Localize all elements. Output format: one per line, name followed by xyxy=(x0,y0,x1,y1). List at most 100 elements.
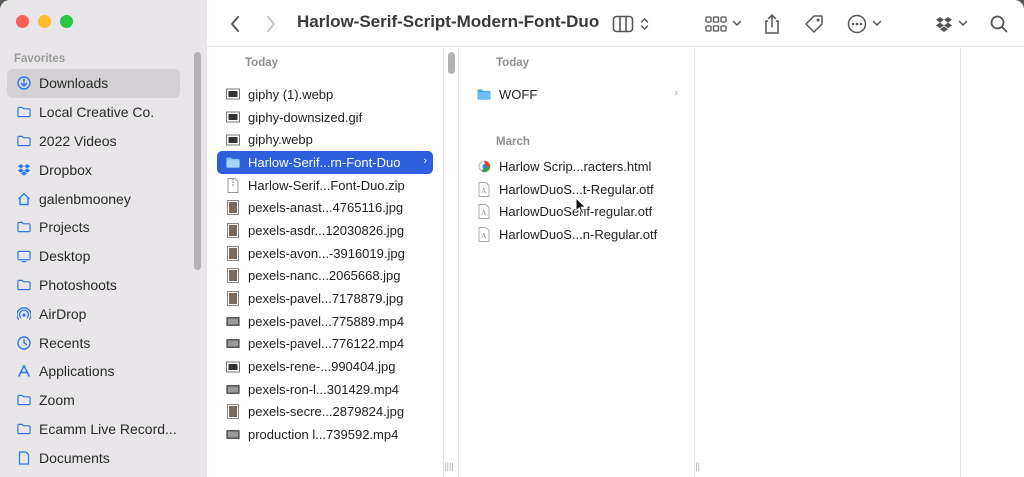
group-button[interactable] xyxy=(705,0,742,47)
file-row[interactable]: Harlow Scrip...racters.html xyxy=(468,155,684,178)
sidebar-item-label: Zoom xyxy=(39,392,75,409)
sidebar-item-zoom[interactable]: Zoom xyxy=(7,386,180,415)
view-mode-button[interactable] xyxy=(612,0,649,47)
file-name: pexels-asdr...12030826.jpg xyxy=(248,222,405,238)
file-name: Harlow-Serif...Font-Duo.zip xyxy=(248,177,405,193)
file-row[interactable]: giphy.webp xyxy=(217,128,433,151)
file-row[interactable]: pexels-pavel...7178879.jpg xyxy=(217,287,433,310)
folder-icon xyxy=(17,422,31,436)
folder-icon xyxy=(477,86,491,102)
folder-row[interactable]: Harlow-Serif...rn-Font-Duo › xyxy=(217,151,433,174)
tag-button[interactable] xyxy=(804,0,824,47)
file-row[interactable]: pexels-anast...4765116.jpg xyxy=(217,196,433,219)
file-row[interactable]: Harlow-Serif...Font-Duo.zip xyxy=(217,174,433,197)
more-actions-button[interactable] xyxy=(847,0,882,47)
sidebar-item-label: galenbmooney xyxy=(39,190,131,207)
file-name: giphy-downsized.gif xyxy=(248,109,363,125)
file-name: giphy (1).webp xyxy=(248,86,334,102)
sidebar-item-projects[interactable]: Projects xyxy=(7,213,180,242)
section-today: Today xyxy=(496,57,530,69)
file-row[interactable]: pexels-pavel...775889.mp4 xyxy=(217,310,433,333)
font-icon: A xyxy=(477,204,491,220)
zip-icon xyxy=(226,177,240,193)
zoom-button[interactable] xyxy=(60,15,73,28)
file-row[interactable]: pexels-nanc...2065668.jpg xyxy=(217,265,433,288)
favorites-list: Downloads Local Creative Co. 2022 Videos Dr… xyxy=(7,69,180,472)
search-button[interactable] xyxy=(990,0,1008,47)
file-row[interactable]: pexels-avon...-3916019.jpg xyxy=(217,242,433,265)
chevron-down-icon xyxy=(732,20,742,27)
folder-icon xyxy=(226,154,240,170)
sidebar-item-photoshoots[interactable]: Photoshoots xyxy=(7,271,180,300)
sidebar-item-airdrop[interactable]: AirDrop xyxy=(7,299,180,328)
search-icon xyxy=(990,15,1008,32)
folder-icon xyxy=(17,393,31,407)
video-icon xyxy=(226,381,240,397)
airdrop-icon xyxy=(17,307,31,321)
dropbox-icon xyxy=(936,16,952,32)
download-icon xyxy=(17,76,31,91)
sidebar-item-desktop[interactable]: Desktop xyxy=(7,242,180,271)
file-row[interactable]: A HarlowDuoS...n-Regular.otf xyxy=(468,223,684,246)
file-row[interactable]: pexels-rene-...990404.jpg xyxy=(217,355,433,378)
file-name: pexels-anast...4765116.jpg xyxy=(248,200,404,216)
sidebar-item-label: Photoshoots xyxy=(39,276,117,293)
folder-icon xyxy=(17,134,31,148)
column-preview xyxy=(710,48,960,477)
desktop-icon xyxy=(17,249,31,263)
file-row[interactable]: pexels-asdr...12030826.jpg xyxy=(217,219,433,242)
file-row[interactable]: pexels-ron-l...301429.mp4 xyxy=(217,378,433,401)
forward-button[interactable] xyxy=(265,0,277,47)
sidebar-item-2022-videos[interactable]: 2022 Videos xyxy=(7,127,180,156)
sidebar-item-galenbmooney[interactable]: galenbmooney xyxy=(7,184,180,213)
column-downloads: Today giphy (1).webp giphy-downsized.gif g… xyxy=(207,48,449,477)
sidebar-item-applications[interactable]: Applications xyxy=(7,357,180,386)
dropbox-button[interactable] xyxy=(935,0,968,47)
file-name: production l...739592.mp4 xyxy=(248,427,399,443)
photo-icon xyxy=(226,222,240,238)
column-divider xyxy=(694,48,695,477)
sidebar-item-label: Local Creative Co. xyxy=(39,104,155,121)
column-resize-handle[interactable]: || xyxy=(695,461,700,471)
chevron-down-icon xyxy=(872,20,882,27)
sidebar-item-documents[interactable]: Documents xyxy=(7,443,180,472)
file-list: giphy (1).webp giphy-downsized.gif giphy.w… xyxy=(217,83,433,446)
applications-icon xyxy=(17,364,31,378)
folder-icon xyxy=(17,278,31,292)
file-name: Harlow-Serif...rn-Font-Duo xyxy=(248,154,401,170)
file-name: pexels-rene-...990404.jpg xyxy=(248,359,396,375)
column-scrollbar[interactable] xyxy=(448,52,455,74)
sidebar-item-dropbox[interactable]: Dropbox xyxy=(7,155,180,184)
file-row[interactable]: giphy-downsized.gif xyxy=(217,106,433,129)
sidebar-item-ecamm-live-record[interactable]: Ecamm Live Record... xyxy=(7,415,180,444)
photo-icon xyxy=(226,291,240,307)
column-divider xyxy=(443,48,444,477)
file-name: pexels-pavel...775889.mp4 xyxy=(248,313,405,329)
folder-row[interactable]: WOFF › xyxy=(468,83,684,106)
file-row[interactable]: pexels-pavel...776122.mp4 xyxy=(217,333,433,356)
share-button[interactable] xyxy=(764,0,780,47)
window-controls xyxy=(16,15,73,28)
section-today: Today xyxy=(245,57,279,69)
file-row[interactable]: giphy (1).webp xyxy=(217,83,433,106)
file-row[interactable]: pexels-secre...2879824.jpg xyxy=(217,401,433,424)
close-button[interactable] xyxy=(16,15,29,28)
back-button[interactable] xyxy=(229,0,241,47)
column-resize-handle[interactable]: || xyxy=(449,461,454,471)
sidebar-item-downloads[interactable]: Downloads xyxy=(7,69,180,98)
tag-icon xyxy=(805,14,823,33)
sidebar-item-local-creative-co[interactable]: Local Creative Co. xyxy=(7,98,180,127)
chevron-updown-icon xyxy=(640,17,649,30)
file-name: pexels-pavel...7178879.jpg xyxy=(248,291,404,307)
file-name: pexels-avon...-3916019.jpg xyxy=(248,245,405,261)
image-icon xyxy=(226,86,240,102)
file-name: pexels-ron-l...301429.mp4 xyxy=(248,381,400,397)
file-name: pexels-nanc...2065668.jpg xyxy=(248,268,401,284)
file-row[interactable]: production l...739592.mp4 xyxy=(217,423,433,446)
sidebar-item-recents[interactable]: Recents xyxy=(7,328,180,357)
video-icon xyxy=(226,313,240,329)
minimize-button[interactable] xyxy=(38,15,51,28)
columns-view-icon xyxy=(612,15,634,32)
sidebar-scrollbar[interactable] xyxy=(194,52,201,270)
folder-icon xyxy=(17,220,31,234)
